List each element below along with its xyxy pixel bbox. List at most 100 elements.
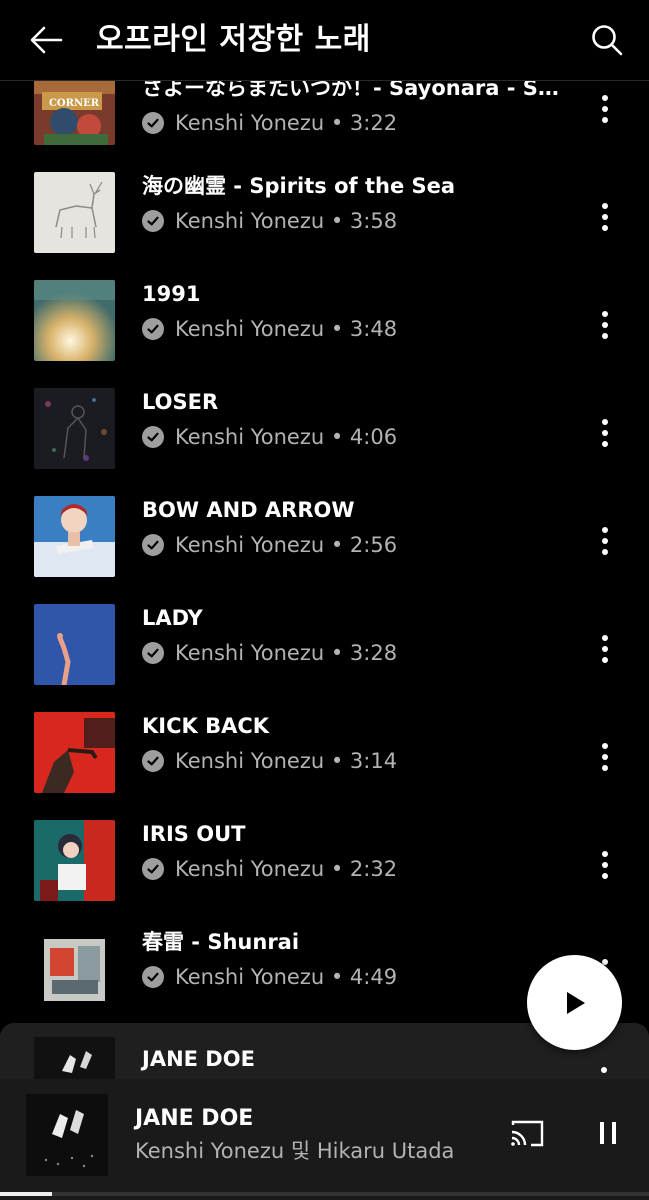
play-icon bbox=[566, 991, 585, 1014]
song-row[interactable]: IRIS OUT Kenshi Yonezu • 2:32 bbox=[0, 820, 649, 928]
downloaded-check-icon bbox=[142, 966, 164, 988]
song-artist: Kenshi Yonezu bbox=[175, 749, 325, 773]
meta-separator: • bbox=[324, 317, 350, 341]
song-duration: 3:28 bbox=[349, 641, 398, 665]
album-art bbox=[34, 928, 115, 1009]
more-vert-icon bbox=[602, 95, 608, 123]
song-artist: Kenshi Yonezu bbox=[175, 111, 325, 135]
song-artist: Kenshi Yonezu bbox=[175, 425, 325, 449]
playback-progress-bar[interactable] bbox=[0, 1192, 649, 1196]
album-art bbox=[34, 280, 115, 361]
song-title: IRIS OUT bbox=[142, 822, 246, 846]
song-title: LOSER bbox=[142, 390, 219, 414]
song-meta: Kenshi Yonezu • 2:56 bbox=[142, 530, 397, 560]
playback-progress-fill bbox=[0, 1192, 52, 1196]
song-duration: 3:58 bbox=[349, 209, 398, 233]
song-row[interactable]: 海の幽霊 - Spirits of the Sea Kenshi Yonezu … bbox=[0, 172, 649, 280]
song-duration: 2:32 bbox=[349, 857, 398, 881]
song-row[interactable]: KICK BACK Kenshi Yonezu • 3:14 bbox=[0, 712, 649, 820]
page-title: 오프라인 저장한 노래 bbox=[96, 22, 371, 57]
more-options-button[interactable] bbox=[590, 629, 620, 669]
song-meta: Kenshi Yonezu • 4:06 bbox=[142, 422, 397, 452]
cast-button[interactable] bbox=[506, 1115, 548, 1151]
more-options-button[interactable] bbox=[590, 197, 620, 237]
play-all-button[interactable] bbox=[527, 955, 622, 1050]
mini-player[interactable]: JANE DOE Kenshi Yonezu 및 Hikaru Utada bbox=[0, 1079, 649, 1200]
album-art bbox=[34, 172, 115, 253]
downloaded-check-icon bbox=[142, 858, 164, 880]
song-title: BOW AND ARROW bbox=[142, 498, 355, 522]
app-header: 오프라인 저장한 노래 bbox=[0, 0, 649, 81]
song-row[interactable]: 1991 Kenshi Yonezu • 3:48 bbox=[0, 280, 649, 388]
meta-separator: • bbox=[324, 857, 350, 881]
song-duration: 3:14 bbox=[349, 749, 398, 773]
now-playing-title: JANE DOE bbox=[135, 1106, 254, 1131]
meta-separator: • bbox=[324, 425, 350, 449]
song-meta: Kenshi Yonezu • 4:49 bbox=[142, 962, 397, 992]
song-artist: Kenshi Yonezu bbox=[175, 209, 325, 233]
search-icon bbox=[592, 25, 623, 56]
cast-icon bbox=[511, 1120, 544, 1147]
more-vert-icon bbox=[602, 743, 608, 771]
song-duration: 3:22 bbox=[349, 111, 398, 135]
downloaded-check-icon bbox=[142, 426, 164, 448]
album-art bbox=[34, 712, 115, 793]
song-meta: Kenshi Yonezu • 3:58 bbox=[142, 206, 397, 236]
more-vert-icon bbox=[602, 527, 608, 555]
now-playing-artist: Kenshi Yonezu 및 Hikaru Utada bbox=[135, 1139, 455, 1163]
downloaded-check-icon bbox=[142, 750, 164, 772]
song-row[interactable]: BOW AND ARROW Kenshi Yonezu • 2:56 bbox=[0, 496, 649, 604]
back-button[interactable] bbox=[24, 18, 68, 62]
meta-separator: • bbox=[324, 749, 350, 773]
song-artist: Kenshi Yonezu bbox=[175, 317, 325, 341]
song-duration: 3:48 bbox=[349, 317, 398, 341]
more-options-button[interactable] bbox=[590, 521, 620, 561]
downloaded-check-icon bbox=[142, 318, 164, 340]
song-title[interactable]: JANE DOE bbox=[142, 1045, 255, 1073]
song-title: 海の幽霊 - Spirits of the Sea bbox=[142, 174, 456, 198]
more-options-button[interactable] bbox=[590, 845, 620, 885]
song-duration: 4:49 bbox=[349, 965, 398, 989]
meta-separator: • bbox=[324, 965, 350, 989]
search-button[interactable] bbox=[585, 18, 629, 62]
more-vert-icon[interactable] bbox=[600, 1061, 608, 1073]
more-options-button[interactable] bbox=[590, 305, 620, 345]
more-vert-icon bbox=[602, 635, 608, 663]
downloaded-check-icon bbox=[142, 534, 164, 556]
arrow-left-icon bbox=[30, 26, 63, 54]
song-artist: Kenshi Yonezu bbox=[175, 641, 325, 665]
song-row[interactable]: LOSER Kenshi Yonezu • 4:06 bbox=[0, 388, 649, 496]
song-duration: 2:56 bbox=[349, 533, 398, 557]
album-art bbox=[34, 820, 115, 901]
player-panel: JANE DOE JANE DOE Kenshi Yonezu 및 Hikaru… bbox=[0, 1023, 649, 1200]
pause-button[interactable] bbox=[588, 1115, 628, 1151]
downloaded-check-icon bbox=[142, 642, 164, 664]
more-options-button[interactable] bbox=[590, 737, 620, 777]
album-art bbox=[34, 388, 115, 469]
song-artist: Kenshi Yonezu bbox=[175, 965, 325, 989]
downloaded-check-icon bbox=[142, 112, 164, 134]
more-vert-icon bbox=[602, 851, 608, 879]
meta-separator: • bbox=[324, 533, 350, 557]
song-row[interactable]: LADY Kenshi Yonezu • 3:28 bbox=[0, 604, 649, 712]
album-art bbox=[34, 1037, 115, 1079]
now-playing-album-art bbox=[26, 1094, 108, 1176]
downloaded-check-icon bbox=[142, 210, 164, 232]
song-title: 春雷 - Shunrai bbox=[142, 930, 300, 954]
pause-icon bbox=[600, 1122, 616, 1144]
song-artist: Kenshi Yonezu bbox=[175, 857, 325, 881]
more-options-button[interactable] bbox=[590, 413, 620, 453]
song-meta: Kenshi Yonezu • 3:22 bbox=[142, 108, 397, 138]
song-meta: Kenshi Yonezu • 2:32 bbox=[142, 854, 397, 884]
song-duration: 4:06 bbox=[349, 425, 398, 449]
meta-separator: • bbox=[324, 111, 350, 135]
more-vert-icon bbox=[602, 311, 608, 339]
song-meta: Kenshi Yonezu • 3:14 bbox=[142, 746, 397, 776]
more-options-button[interactable] bbox=[590, 89, 620, 129]
album-art bbox=[34, 496, 115, 577]
song-meta: Kenshi Yonezu • 3:48 bbox=[142, 314, 397, 344]
meta-separator: • bbox=[324, 209, 350, 233]
song-title: 1991 bbox=[142, 282, 201, 306]
more-vert-icon bbox=[602, 419, 608, 447]
meta-separator: • bbox=[324, 641, 350, 665]
